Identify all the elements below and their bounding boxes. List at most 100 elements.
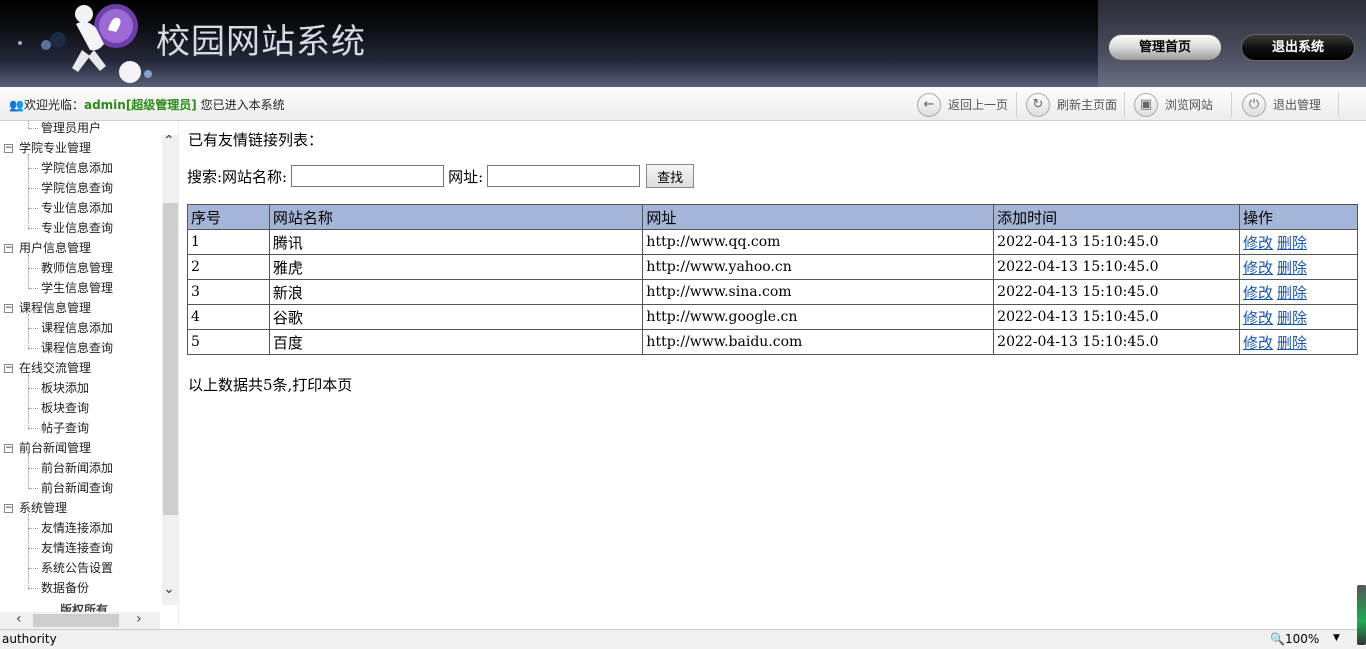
sidebar-item-label: 帖子查询 [41,421,90,435]
tree-connector [28,121,29,128]
sidebar-item[interactable]: 前台新闻查询 [41,478,113,498]
tree-connector [28,468,38,469]
cell-site-name: 雅虎 [268,254,644,280]
zoom-icon: 🔍 [1270,632,1285,646]
sidebar-item[interactable]: 前台新闻添加 [41,458,113,478]
delete-link[interactable]: 删除 [1277,284,1307,302]
collapse-icon[interactable]: − [4,504,13,513]
sidebar-item[interactable]: 系统公告设置 [41,558,113,578]
table-header-row: 序号 网站名称 网址 添加时间 操作 [187,204,1358,230]
url-input[interactable] [487,165,641,187]
sidebar-item[interactable]: 学生信息管理 [41,278,113,298]
chevron-down-icon[interactable]: ⌄ [163,581,175,597]
column-header-actions: 操作 [1239,204,1358,230]
sidebar-group[interactable]: − 学院专业管理 [4,138,91,158]
site-name-input[interactable] [291,165,445,187]
cell-site-name: 谷歌 [268,304,644,330]
zoom-dropdown-icon[interactable]: ▼ [1333,633,1340,643]
browser-status-bar: authority 🔍100% ▼ [0,629,1366,649]
user-icon: 👥 [9,98,24,112]
sidebar-group[interactable]: − 用户信息管理 [4,238,91,258]
chevron-right-icon[interactable]: › [136,611,142,627]
cell-url: http://www.qq.com [642,229,995,255]
sidebar-item[interactable]: 教师信息管理 [41,258,113,278]
toolbar-divider [1338,92,1339,117]
edit-link[interactable]: 修改 [1243,334,1273,352]
vertical-scroll-thumb[interactable] [163,203,178,515]
sidebar-item[interactable]: 学院信息添加 [41,158,113,178]
sidebar-item[interactable]: 板块查询 [41,398,89,418]
search-button[interactable]: 查找 [646,164,695,188]
cell-added-time: 2022-04-13 15:10:45.0 [993,279,1241,305]
sidebar-item[interactable]: 数据备份 [41,578,89,598]
chevron-up-icon[interactable]: ⌃ [163,133,175,149]
tree-connector [28,568,38,569]
admin-home-button[interactable]: 管理首页 [1108,34,1222,61]
sidebar-item[interactable]: 专业信息查询 [41,218,113,238]
zoom-value: 100% [1284,632,1320,646]
chevron-left-icon[interactable]: ‹ [16,611,22,627]
browse-site-button[interactable]: ▣ 浏览网站 [1134,92,1213,117]
sidebar-item[interactable]: 学院信息查询 [41,178,113,198]
refresh-button[interactable]: ↻ 刷新主页面 [1026,92,1117,117]
toolbar-divider [1231,92,1232,117]
logout-admin-button[interactable]: ⏻ 退出管理 [1242,92,1321,117]
delete-link[interactable]: 删除 [1277,334,1307,352]
horizontal-scroll-thumb[interactable] [33,614,119,627]
exit-system-button[interactable]: 退出系统 [1241,34,1355,61]
logout-label: 退出管理 [1273,98,1322,112]
sidebar-item[interactable]: 课程信息添加 [41,318,113,338]
cell-id: 4 [187,304,270,330]
sidebar-item-label: 课程信息查询 [41,341,114,355]
back-arrow-icon: ← [917,92,941,117]
tree-connector [28,488,38,489]
resize-grip[interactable] [1357,585,1366,645]
sidebar-group[interactable]: − 前台新闻管理 [4,438,91,458]
tree-connector [28,254,29,288]
tree-connector [28,168,38,169]
sidebar-group[interactable]: − 课程信息管理 [4,298,91,318]
sidebar-item-label: 在线交流管理 [19,361,92,375]
username: admin[超级管理员] [83,98,197,112]
sidebar-item[interactable]: 管理员用户 [41,121,101,138]
delete-link[interactable]: 删除 [1277,234,1307,252]
tree-connector [28,388,38,389]
search-form: 搜索:网站名称: 网址: 查找 [187,164,695,188]
column-header-url: 网址 [642,204,995,230]
table-row: 3 新浪 http://www.sina.com 2022-04-13 15:10:4… [187,279,1358,305]
sidebar-item-label: 学院信息查询 [41,181,114,195]
delete-link[interactable]: 删除 [1277,309,1307,327]
sidebar-item[interactable]: 课程信息查询 [41,338,113,358]
sidebar-item-label: 板块查询 [41,401,90,415]
edit-link[interactable]: 修改 [1243,259,1273,277]
tree-connector [28,288,38,289]
back-button[interactable]: ← 返回上一页 [917,92,1008,117]
sidebar-item[interactable]: 帖子查询 [41,418,89,438]
refresh-icon: ↻ [1026,92,1050,117]
tree-connector [28,314,29,348]
edit-link[interactable]: 修改 [1243,309,1273,327]
zoom-level[interactable]: 🔍100% [1270,632,1319,646]
cell-actions: 修改 删除 [1239,279,1358,305]
refresh-label: 刷新主页面 [1057,98,1118,112]
collapse-icon[interactable]: − [4,304,13,313]
sidebar-item-label: 用户信息管理 [19,241,92,255]
collapse-icon[interactable]: − [4,244,13,253]
delete-link[interactable]: 删除 [1277,259,1307,277]
sidebar-item[interactable]: 专业信息添加 [41,198,113,218]
sidebar-item-label: 板块添加 [41,381,90,395]
collapse-icon[interactable]: − [4,444,13,453]
cell-added-time: 2022-04-13 15:10:45.0 [993,254,1241,280]
sidebar-item[interactable]: 板块添加 [41,378,89,398]
sidebar-group[interactable]: − 系统管理 [4,498,67,518]
edit-link[interactable]: 修改 [1243,284,1273,302]
collapse-icon[interactable]: − [4,144,13,153]
collapse-icon[interactable]: − [4,364,13,373]
sidebar-item[interactable]: 友情连接添加 [41,518,113,538]
edit-link[interactable]: 修改 [1243,234,1273,252]
sidebar-group[interactable]: − 在线交流管理 [4,358,91,378]
cell-actions: 修改 删除 [1239,329,1358,355]
nav-tree: 管理员用户 − 学院专业管理 学院信息添加 学院信息查询 专业信息添加 专业信息查询 − 用户信… [0,121,160,611]
sidebar-item[interactable]: 友情连接查询 [41,538,113,558]
summary-text: 以上数据共5条,打印本页 [188,376,353,394]
